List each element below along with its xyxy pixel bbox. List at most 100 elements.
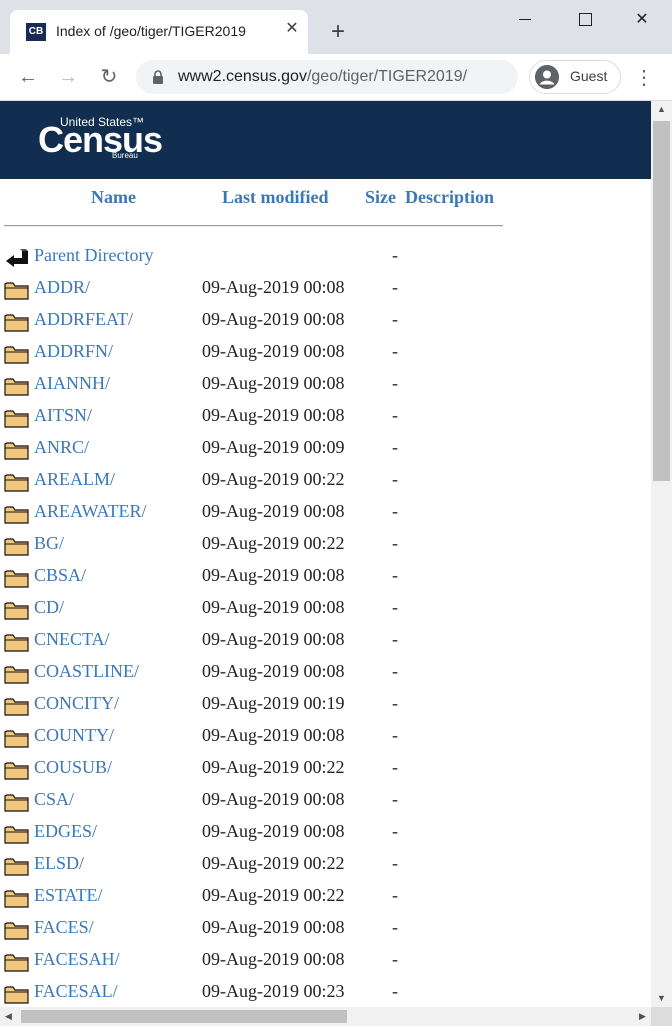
- last-modified: 09-Aug-2019 00:08: [202, 277, 345, 297]
- column-header-description[interactable]: Description: [405, 187, 494, 208]
- last-modified: 09-Aug-2019 00:09: [202, 437, 345, 457]
- browser-toolbar: ← → ↻ www2.census.gov/geo/tiger/TIGER201…: [0, 54, 672, 101]
- site-favicon-icon: CB: [26, 23, 46, 41]
- entry-size: -: [392, 405, 398, 425]
- table-row: FACESAH/09-Aug-2019 00:08 -: [0, 945, 651, 977]
- vertical-scroll-thumb[interactable]: [653, 121, 670, 481]
- folder-icon: [4, 922, 29, 940]
- folder-link[interactable]: ESTATE/: [34, 885, 103, 906]
- back-button[interactable]: ←: [15, 64, 41, 90]
- folder-link[interactable]: EDGES/: [34, 821, 97, 842]
- last-modified: 09-Aug-2019 00:08: [202, 501, 345, 521]
- folder-link[interactable]: AREALM/: [34, 469, 115, 490]
- table-row: COUNTY/09-Aug-2019 00:08 -: [0, 721, 651, 753]
- column-header-last-modified[interactable]: Last modified: [222, 187, 329, 208]
- minimize-icon: [519, 19, 531, 21]
- last-modified: 09-Aug-2019 00:22: [202, 853, 345, 873]
- folder-link[interactable]: ANRC/: [34, 437, 89, 458]
- folder-link[interactable]: FACESAH/: [34, 949, 120, 970]
- folder-icon: [4, 538, 29, 556]
- folder-link[interactable]: ADDRFEAT/: [34, 309, 133, 330]
- tab-active[interactable]: CB Index of /geo/tiger/TIGER2019 ✕: [10, 10, 308, 54]
- scroll-down-icon[interactable]: ▼: [651, 990, 672, 1007]
- scroll-up-icon[interactable]: ▲: [651, 101, 672, 118]
- folder-icon: [4, 666, 29, 684]
- last-modified: 09-Aug-2019 00:08: [202, 629, 345, 649]
- table-row: ADDR/09-Aug-2019 00:08 -: [0, 273, 651, 305]
- folder-link[interactable]: ADDR/: [34, 277, 90, 298]
- last-modified: 09-Aug-2019 00:08: [202, 405, 345, 425]
- folder-link[interactable]: CBSA/: [34, 565, 86, 586]
- folder-icon: [4, 698, 29, 716]
- profile-label: Guest: [570, 68, 608, 84]
- column-header-name[interactable]: Name: [91, 187, 136, 208]
- parent-directory-link[interactable]: Parent Directory: [34, 245, 153, 266]
- entry-size: -: [392, 629, 398, 649]
- folder-link[interactable]: AIANNH/: [34, 373, 110, 394]
- maximize-icon: [578, 13, 592, 27]
- column-header-size[interactable]: Size: [365, 187, 396, 208]
- minimize-button[interactable]: [510, 8, 540, 32]
- entry-size: -: [392, 469, 398, 489]
- address-bar[interactable]: www2.census.gov/geo/tiger/TIGER2019/: [136, 60, 518, 94]
- folder-icon: [4, 986, 29, 1004]
- table-row: ESTATE/09-Aug-2019 00:22 -: [0, 881, 651, 913]
- table-row: AIANNH/09-Aug-2019 00:08 -: [0, 369, 651, 401]
- entry-size: -: [392, 501, 398, 521]
- scroll-right-icon[interactable]: ▶: [634, 1007, 651, 1026]
- table-row: AITSN/09-Aug-2019 00:08 -: [0, 401, 651, 433]
- folder-icon: [4, 282, 29, 300]
- horizontal-scroll-thumb[interactable]: [21, 1010, 347, 1023]
- last-modified: 09-Aug-2019 00:08: [202, 821, 345, 841]
- browser-menu-icon[interactable]: ⋮: [634, 66, 654, 90]
- entry-size: -: [392, 437, 398, 457]
- folder-link[interactable]: CSA/: [34, 789, 74, 810]
- entry-size: -: [392, 661, 398, 681]
- folder-link[interactable]: CNECTA/: [34, 629, 110, 650]
- header-divider: [4, 225, 503, 227]
- folder-link[interactable]: CD/: [34, 597, 64, 618]
- folder-icon: [4, 442, 29, 460]
- folder-link[interactable]: CONCITY/: [34, 693, 119, 714]
- folder-link[interactable]: ADDRFN/: [34, 341, 113, 362]
- folder-link[interactable]: COUNTY/: [34, 725, 114, 746]
- new-tab-button[interactable]: +: [326, 20, 350, 44]
- entry-size: -: [392, 277, 398, 297]
- entry-size: -: [392, 885, 398, 905]
- folder-link[interactable]: AITSN/: [34, 405, 92, 426]
- last-modified: 09-Aug-2019 00:08: [202, 725, 345, 745]
- entry-size: -: [392, 597, 398, 617]
- tab-close-icon[interactable]: ✕: [282, 19, 302, 39]
- forward-button[interactable]: →: [55, 64, 81, 90]
- table-row: ELSD/09-Aug-2019 00:22 -: [0, 849, 651, 881]
- folder-link[interactable]: COUSUB/: [34, 757, 112, 778]
- folder-link[interactable]: AREAWATER/: [34, 501, 147, 522]
- last-modified: 09-Aug-2019 00:22: [202, 469, 345, 489]
- tab-strip: CB Index of /geo/tiger/TIGER2019 ✕ + ✕: [0, 0, 672, 54]
- maximize-button[interactable]: [570, 8, 600, 32]
- folder-link[interactable]: FACESAL/: [34, 981, 118, 1002]
- entry-size: -: [392, 789, 398, 809]
- entry-size: -: [392, 821, 398, 841]
- table-row: ANRC/09-Aug-2019 00:09 -: [0, 433, 651, 465]
- table-row: CONCITY/09-Aug-2019 00:19 -: [0, 689, 651, 721]
- scroll-left-icon[interactable]: ◀: [0, 1007, 17, 1026]
- folder-link[interactable]: FACES/: [34, 917, 94, 938]
- table-row: CD/09-Aug-2019 00:08 -: [0, 593, 651, 625]
- logo-bottom-line: Bureau: [112, 151, 138, 160]
- folder-link[interactable]: BG/: [34, 533, 64, 554]
- folder-link[interactable]: COASTLINE/: [34, 661, 139, 682]
- vertical-scrollbar[interactable]: ▲ ▼: [651, 101, 672, 1007]
- profile-button[interactable]: Guest: [529, 60, 621, 94]
- folder-icon: [4, 762, 29, 780]
- reload-button[interactable]: ↻: [96, 64, 122, 90]
- folder-link[interactable]: ELSD/: [34, 853, 84, 874]
- entry-size: -: [392, 853, 398, 873]
- entry-size: -: [392, 533, 398, 553]
- last-modified: 09-Aug-2019 00:22: [202, 885, 345, 905]
- lock-icon: [153, 70, 163, 84]
- entry-size: -: [392, 341, 398, 361]
- window-close-button[interactable]: ✕: [627, 8, 657, 32]
- page-viewport: United States™ Census Bureau Name Last m…: [0, 101, 651, 1007]
- horizontal-scrollbar[interactable]: ◀ ▶: [0, 1007, 651, 1026]
